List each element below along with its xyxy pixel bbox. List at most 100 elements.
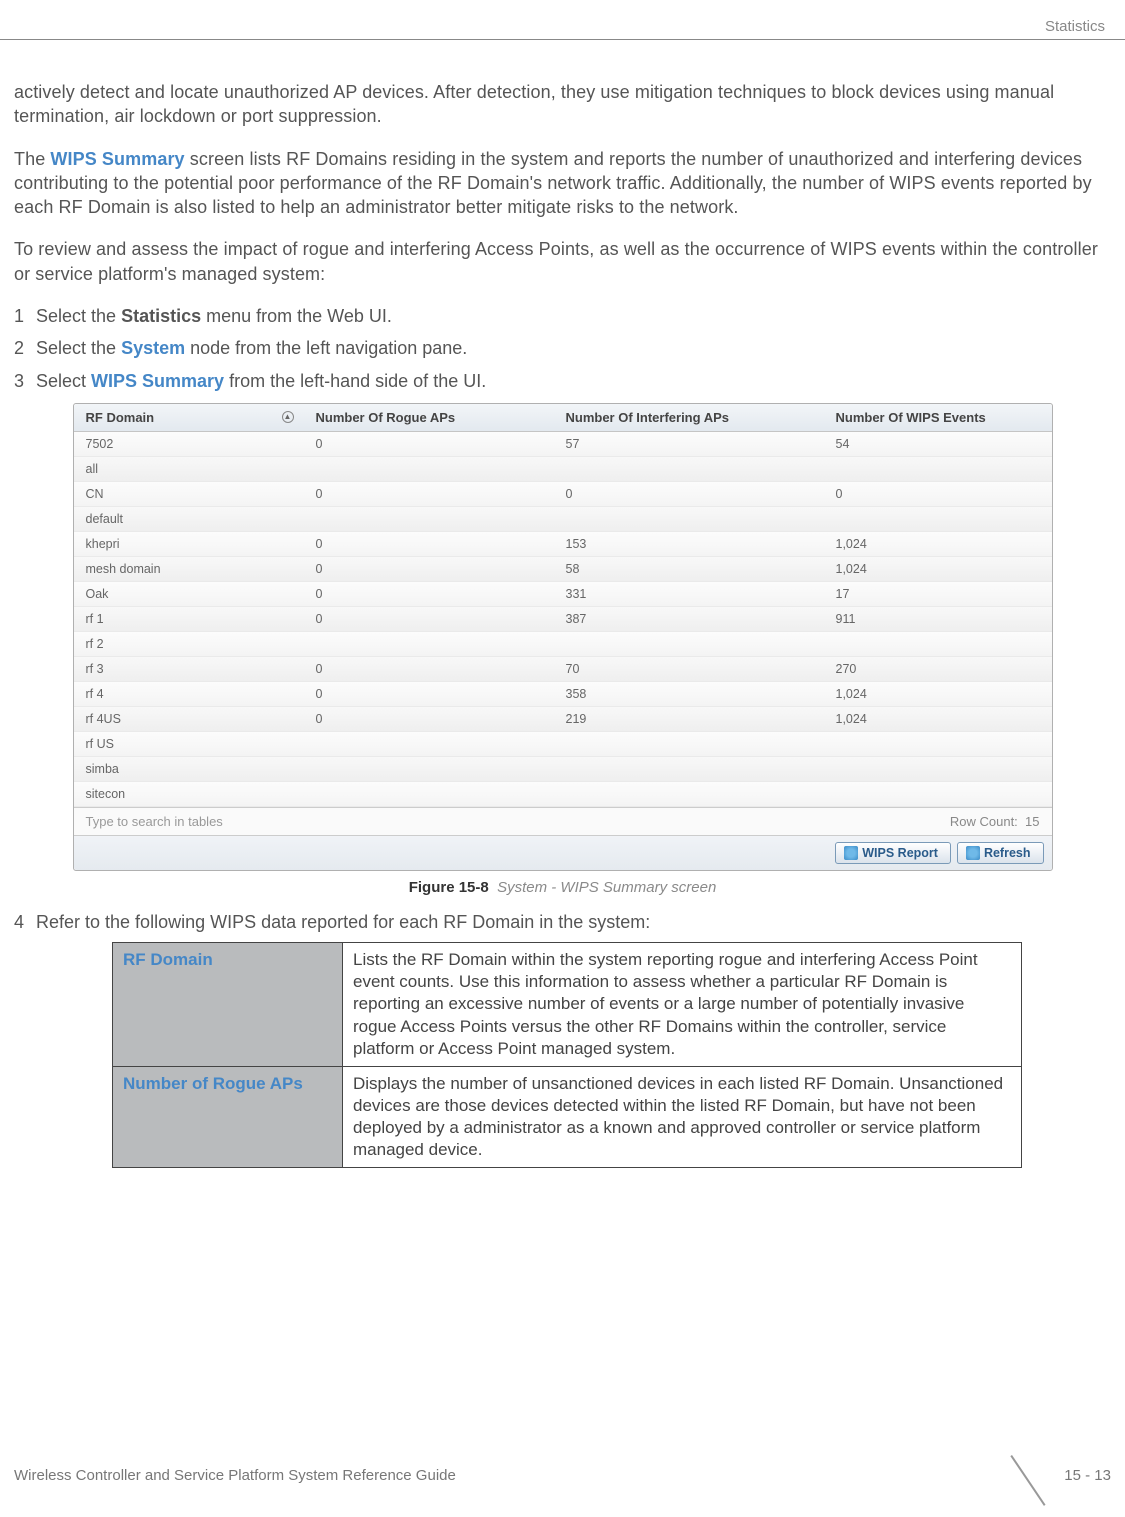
cell-rogue: 0	[304, 481, 554, 507]
step-num: 3	[14, 369, 24, 393]
row-count-value: 15	[1025, 814, 1039, 829]
refresh-button-label: Refresh	[984, 846, 1031, 860]
cell-domain: rf 2	[74, 631, 304, 657]
cell-rogue: 0	[304, 656, 554, 682]
table-footer-search: Type to search in tables Row Count: 15	[74, 807, 1052, 835]
cell-events	[824, 788, 1052, 800]
page-number: 15 - 13	[1064, 1467, 1111, 1484]
table-row[interactable]: sitecon	[74, 782, 1052, 807]
table-row[interactable]: mesh domain0581,024	[74, 557, 1052, 582]
cell-events	[824, 763, 1052, 775]
table-body: 750205754allCN000defaultkhepri01531,024m…	[74, 432, 1052, 807]
paragraph-intro1: actively detect and locate unauthorized …	[14, 80, 1111, 129]
search-input[interactable]: Type to search in tables	[86, 814, 223, 829]
step-3: 3 Select WIPS Summary from the left-hand…	[14, 369, 1111, 393]
table-row[interactable]: default	[74, 507, 1052, 532]
cell-domain: CN	[74, 481, 304, 507]
table-row[interactable]: khepri01531,024	[74, 532, 1052, 557]
cell-domain: mesh domain	[74, 556, 304, 582]
cell-events: 1,024	[824, 556, 1052, 582]
table-header: RF Domain ▲ Number Of Rogue APs Number O…	[74, 404, 1052, 432]
cell-domain: sitecon	[74, 781, 304, 807]
page-content: actively detect and locate unauthorized …	[0, 80, 1125, 1168]
step-text-pre: Select the	[36, 306, 121, 326]
step-num: 4	[14, 910, 24, 934]
desc-val-rogue: Displays the number of unsanctioned devi…	[343, 1066, 1022, 1167]
cell-rogue: 0	[304, 531, 554, 557]
cell-interfering: 0	[554, 481, 824, 507]
refresh-button[interactable]: Refresh	[957, 842, 1044, 864]
cell-rogue: 0	[304, 431, 554, 457]
cell-interfering	[554, 513, 824, 525]
col-header-rogue[interactable]: Number Of Rogue APs	[304, 404, 554, 431]
table-row[interactable]: Oak033117	[74, 582, 1052, 607]
cell-events	[824, 638, 1052, 650]
table-row[interactable]: rf 4US02191,024	[74, 707, 1052, 732]
cell-rogue	[304, 738, 554, 750]
cell-events: 54	[824, 431, 1052, 457]
cell-interfering: 358	[554, 681, 824, 707]
table-row[interactable]: rf 3070270	[74, 657, 1052, 682]
cell-interfering: 58	[554, 556, 824, 582]
section-label: Statistics	[1045, 18, 1105, 35]
field-description-table: RF Domain Lists the RF Domain within the…	[112, 942, 1022, 1168]
col-header-events[interactable]: Number Of WIPS Events	[824, 404, 1052, 431]
guide-title: Wireless Controller and Service Platform…	[14, 1467, 456, 1484]
cell-domain: default	[74, 506, 304, 532]
paragraph-intro2: The WIPS Summary screen lists RF Domains…	[14, 147, 1111, 220]
table-row[interactable]: 750205754	[74, 432, 1052, 457]
cell-rogue: 0	[304, 606, 554, 632]
wips-summary-screenshot: RF Domain ▲ Number Of Rogue APs Number O…	[73, 403, 1053, 871]
cell-domain: simba	[74, 756, 304, 782]
table-row[interactable]: all	[74, 457, 1052, 482]
cell-rogue	[304, 763, 554, 775]
table-row[interactable]: simba	[74, 757, 1052, 782]
cell-rogue	[304, 513, 554, 525]
cell-rogue	[304, 638, 554, 650]
cell-interfering: 70	[554, 656, 824, 682]
wips-summary-term: WIPS Summary	[50, 149, 184, 169]
steps-list-continued: 4 Refer to the following WIPS data repor…	[14, 910, 1111, 934]
table-row[interactable]: rf 2	[74, 632, 1052, 657]
screenshot-container: RF Domain ▲ Number Of Rogue APs Number O…	[73, 403, 1053, 871]
col-header-domain[interactable]: RF Domain ▲	[74, 404, 304, 431]
cell-domain: rf 3	[74, 656, 304, 682]
table-row[interactable]: CN000	[74, 482, 1052, 507]
cell-interfering: 219	[554, 706, 824, 732]
step-num: 1	[14, 304, 24, 328]
step-4: 4 Refer to the following WIPS data repor…	[14, 910, 1111, 934]
table-row[interactable]: rf US	[74, 732, 1052, 757]
col-header-domain-label: RF Domain	[86, 410, 155, 425]
cell-events: 1,024	[824, 681, 1052, 707]
col-header-interfering[interactable]: Number Of Interfering APs	[554, 404, 824, 431]
step-text-post: node from the left navigation pane.	[185, 338, 467, 358]
report-icon	[844, 846, 858, 860]
cell-rogue: 0	[304, 556, 554, 582]
wips-report-button-label: WIPS Report	[862, 846, 938, 860]
table-row[interactable]: rf 10387911	[74, 607, 1052, 632]
p2-prefix: The	[14, 149, 50, 169]
step-bold: WIPS Summary	[91, 371, 224, 391]
step-text-post: from the left-hand side of the UI.	[224, 371, 486, 391]
refresh-icon	[966, 846, 980, 860]
page-section-header: Statistics	[0, 0, 1125, 40]
cell-interfering	[554, 463, 824, 475]
cell-events: 911	[824, 606, 1052, 632]
figure-title: System - WIPS Summary screen	[497, 879, 716, 896]
steps-list: 1 Select the Statistics menu from the We…	[14, 304, 1111, 393]
page-slash-icon	[1012, 1455, 1058, 1495]
cell-events	[824, 463, 1052, 475]
figure-label: Figure 15-8	[409, 879, 489, 896]
step-text-pre: Select the	[36, 338, 121, 358]
cell-interfering: 153	[554, 531, 824, 557]
desc-key-rogue: Number of Rogue APs	[113, 1066, 343, 1167]
table-row: RF Domain Lists the RF Domain within the…	[113, 943, 1022, 1066]
table-row[interactable]: rf 403581,024	[74, 682, 1052, 707]
sort-asc-icon[interactable]: ▲	[282, 411, 294, 423]
cell-rogue	[304, 788, 554, 800]
wips-report-button[interactable]: WIPS Report	[835, 842, 951, 864]
cell-events: 17	[824, 581, 1052, 607]
cell-interfering: 331	[554, 581, 824, 607]
step-bold: System	[121, 338, 185, 358]
cell-rogue: 0	[304, 706, 554, 732]
